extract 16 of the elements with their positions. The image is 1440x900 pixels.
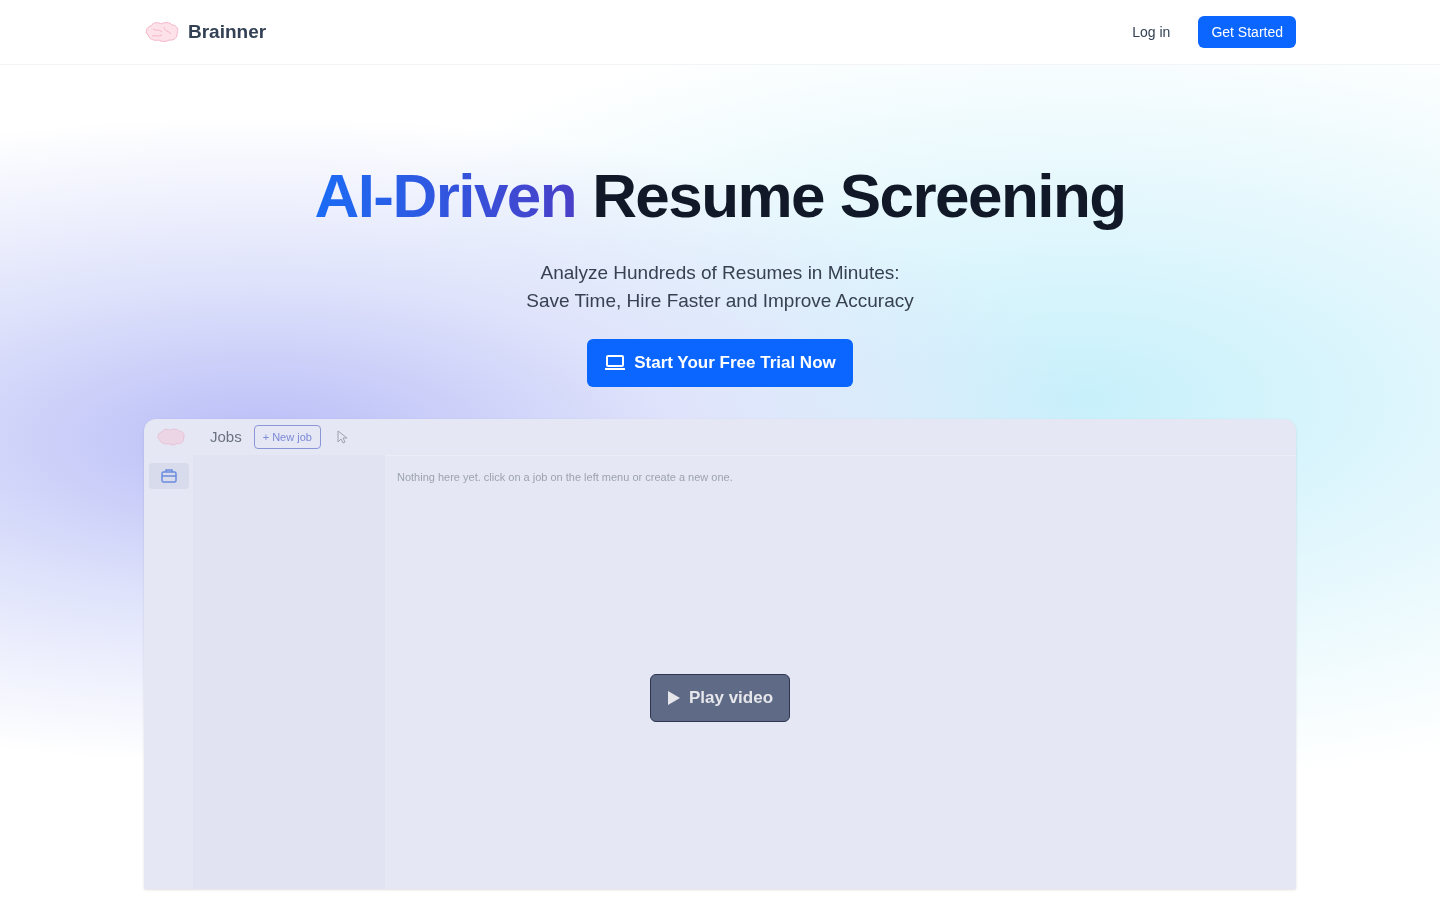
- subtitle-line: Save Time, Hire Faster and Improve Accuracy: [526, 289, 914, 313]
- play-icon: [666, 690, 681, 706]
- new-job-button[interactable]: + New job: [253, 425, 321, 449]
- page-title: Jobs: [210, 426, 242, 447]
- cursor-icon: [336, 430, 347, 444]
- laptop-icon: [604, 355, 627, 371]
- play-video-button[interactable]: Play video: [650, 674, 790, 722]
- login-link[interactable]: Log in: [1124, 21, 1179, 43]
- briefcase-icon[interactable]: [148, 463, 189, 489]
- subtitle-line: Analyze Hundreds of Resumes in Minutes:: [540, 261, 900, 285]
- cta-button[interactable]: Start Your Free Trial Now: [587, 339, 853, 387]
- empty-state-message: Nothing here yet. click on a job on the left menu or create a new one.: [397, 471, 733, 483]
- brain-logo-icon: [156, 427, 186, 447]
- brain-logo-icon: [144, 21, 180, 43]
- brand-name[interactable]: Brainner: [188, 17, 267, 47]
- get-started-button[interactable]: Get Started: [1198, 16, 1296, 48]
